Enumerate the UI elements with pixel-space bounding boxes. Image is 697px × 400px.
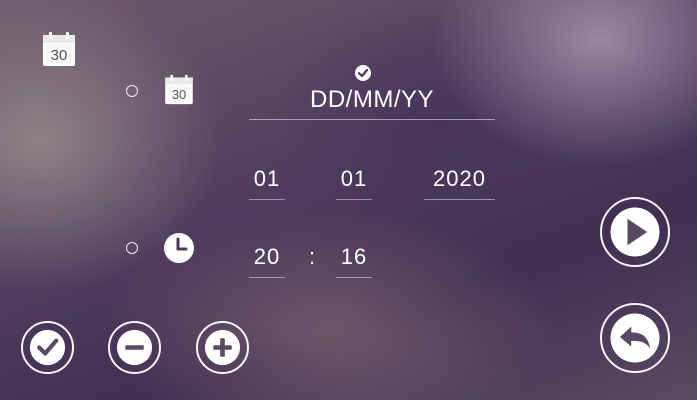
plus-icon	[204, 329, 241, 366]
decrease-button[interactable]	[108, 321, 161, 374]
increase-button[interactable]	[196, 321, 249, 374]
minute-value: 16	[340, 244, 368, 269]
date-format-radio[interactable]	[126, 85, 138, 97]
minute-field[interactable]: 16	[336, 244, 372, 280]
check-icon	[29, 329, 66, 366]
year-value: 2020	[433, 166, 486, 191]
hour-field[interactable]: 20	[249, 244, 285, 280]
day-value: 01	[253, 166, 281, 191]
year-field[interactable]: 2020	[424, 166, 495, 202]
back-button[interactable]	[600, 303, 670, 373]
date-format-divider	[249, 119, 495, 120]
next-button[interactable]	[600, 197, 670, 267]
play-icon	[610, 207, 660, 257]
month-value: 01	[340, 166, 368, 191]
month-field[interactable]: 01	[336, 166, 372, 202]
confirm-button[interactable]	[21, 321, 74, 374]
month-underline	[336, 199, 372, 200]
time-radio[interactable]	[126, 242, 138, 254]
calendar-icon: 30	[42, 31, 76, 67]
hour-value: 20	[253, 244, 281, 269]
check-icon	[354, 64, 372, 82]
svg-text:30: 30	[51, 47, 68, 64]
time-separator: :	[308, 244, 316, 269]
year-underline	[424, 199, 495, 200]
day-underline	[249, 199, 285, 200]
date-format-label[interactable]: DD/MM/YY	[250, 86, 494, 114]
day-field[interactable]: 01	[249, 166, 285, 202]
clock-icon	[163, 232, 195, 264]
back-arrow-icon	[610, 313, 660, 363]
date-time-settings-screen: 30 30 DD/MM/YY 01 01 2020 20: 16	[0, 0, 697, 400]
date-format-calendar-icon: 30	[164, 74, 194, 105]
minus-icon	[116, 329, 153, 366]
minute-underline	[336, 277, 372, 278]
hour-underline	[249, 277, 285, 278]
svg-text:30: 30	[172, 87, 186, 102]
